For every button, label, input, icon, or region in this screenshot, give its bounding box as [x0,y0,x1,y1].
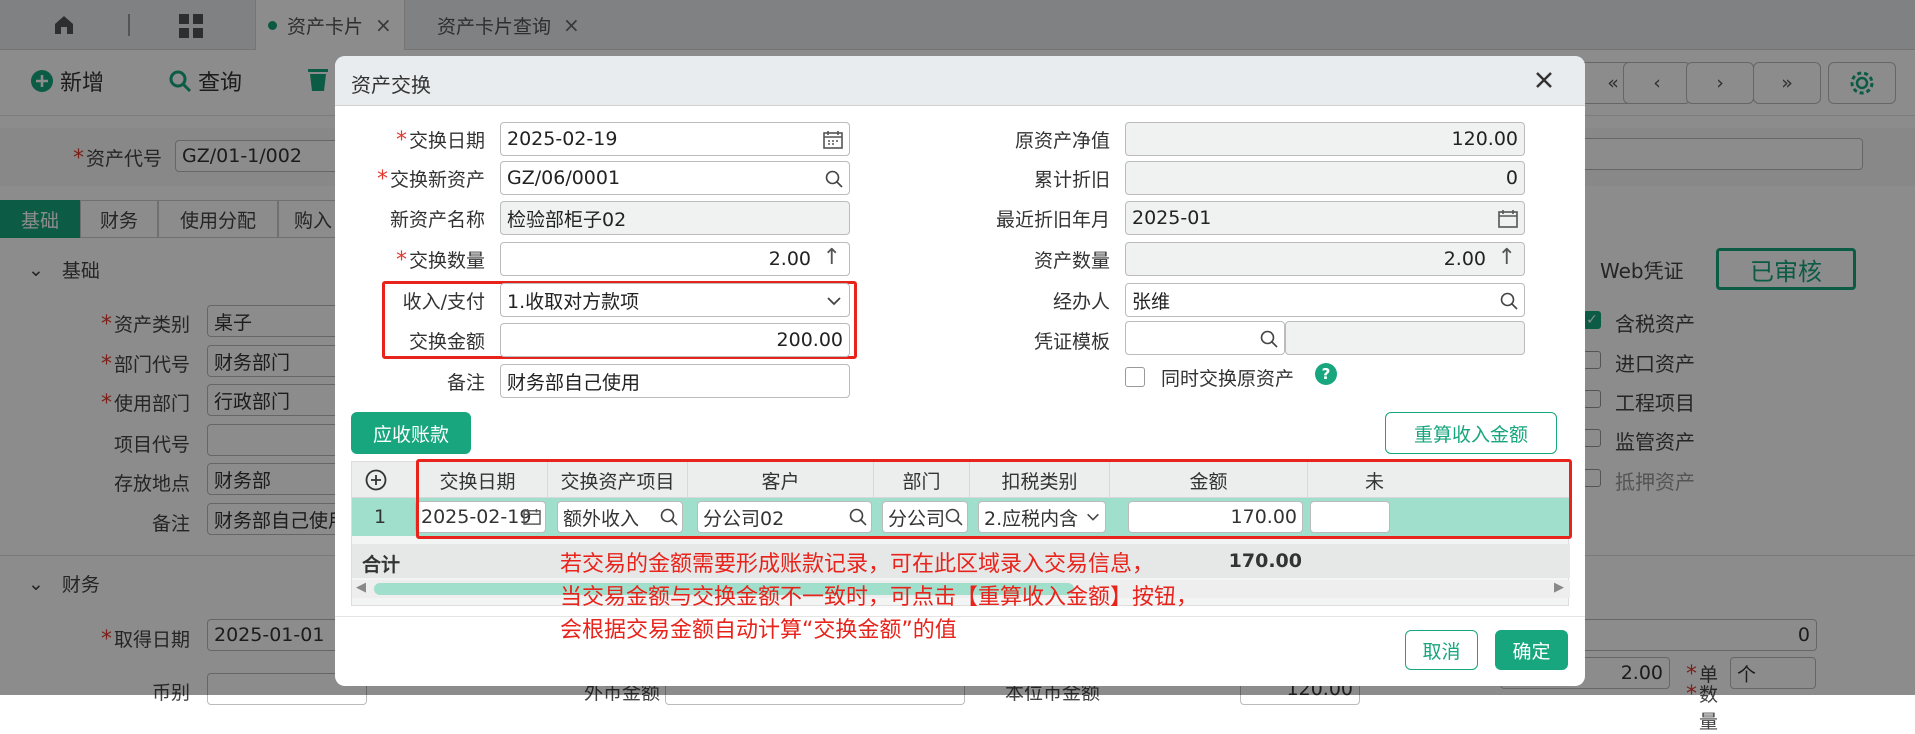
voucher-tpl-input[interactable] [1125,321,1285,355]
asset-qty-input: 2.00 ↑ [1125,242,1525,276]
arrow-up-icon: ↑ [1497,245,1516,270]
also-exchange-label: 同时交换原资产 [1161,368,1295,390]
new-asset-input[interactable]: GZ/06/0001 [500,161,850,195]
voucher-tpl-name [1285,321,1525,355]
inout-label: 收入/支付 [402,291,485,313]
annotation-text: 若交易的金额需要形成账款记录，可在此区域录入交易信息， 当交易金额与交换金额不一… [560,548,1360,647]
calendar-icon [1498,210,1518,228]
confirm-button[interactable]: 确定 [1495,630,1568,670]
cancel-button[interactable]: 取消 [1405,630,1478,670]
scroll-left-icon[interactable]: ◀ [356,580,366,595]
scroll-right-icon[interactable]: ▶ [1554,580,1564,595]
also-exchange-checkbox[interactable] [1125,367,1145,387]
exchange-date-label: * 交换日期 [395,128,485,153]
asset-exchange-dialog: 资产交换 * 交换日期 2025-02-19 * 交换新资产 GZ/06/0001 … [335,56,1585,686]
highlight-table-header [416,459,1572,539]
annotation-line: 当交易金额与交换金额不一致时，可点击【重算收入金额】按钮， [560,585,1199,610]
add-row-icon[interactable] [365,469,387,491]
help-icon[interactable]: ? [1315,363,1337,385]
last-dep-label: 最近折旧年月 [995,209,1110,231]
asset-qty-label: 资产数量 [1033,250,1110,272]
amount-label: 交换金额 [408,331,485,353]
chevron-down-icon [827,297,841,306]
exchange-qty-label: * 交换数量 [395,248,485,273]
new-asset-name-label: 新资产名称 [389,209,485,231]
accum-dep-input: 0 [1125,161,1525,195]
annotation-line: 若交易的金额需要形成账款记录，可在此区域录入交易信息， [560,552,1155,577]
handler-label: 经办人 [1052,291,1110,313]
receivable-tab-button[interactable]: 应收账款 [351,412,471,454]
search-icon [825,170,843,188]
footer-divider [335,616,1585,617]
search-icon [1500,292,1518,310]
row-number: 1 [373,506,387,528]
last-dep-input: 2025-01 [1125,201,1525,235]
inout-select[interactable]: 1.收取对方款项 [500,283,850,317]
new-asset-name-input: 检验部柜子02 [500,201,850,235]
dialog-header: 资产交换 [335,56,1585,106]
amount-input[interactable]: 200.00 [500,323,850,357]
calendar-icon [823,131,843,149]
remark-label: 备注 [446,372,485,394]
recalc-income-button[interactable]: 重算收入金额 [1385,412,1557,454]
exchange-date-input[interactable]: 2025-02-19 [500,122,850,156]
exchange-qty-input[interactable]: 2.00 ↑ [500,242,850,276]
close-icon[interactable] [1532,68,1556,92]
arrow-up-icon[interactable]: ↑ [823,245,841,270]
annotation-line: 会根据交易金额自动计算“交换金额”的值 [560,618,957,643]
handler-input[interactable]: 张维 [1125,283,1525,317]
remark-input[interactable]: 财务部自己使用 [500,364,850,398]
accum-dep-label: 累计折旧 [1033,169,1110,191]
dialog-title: 资产交换 [351,73,431,97]
orig-net-input: 120.00 [1125,122,1525,156]
new-asset-label: * 交换新资产 [376,167,485,192]
voucher-tpl-label: 凭证模板 [1033,331,1110,353]
orig-net-label: 原资产净值 [1014,130,1110,152]
total-label: 合计 [362,554,401,576]
search-icon [1260,330,1278,348]
